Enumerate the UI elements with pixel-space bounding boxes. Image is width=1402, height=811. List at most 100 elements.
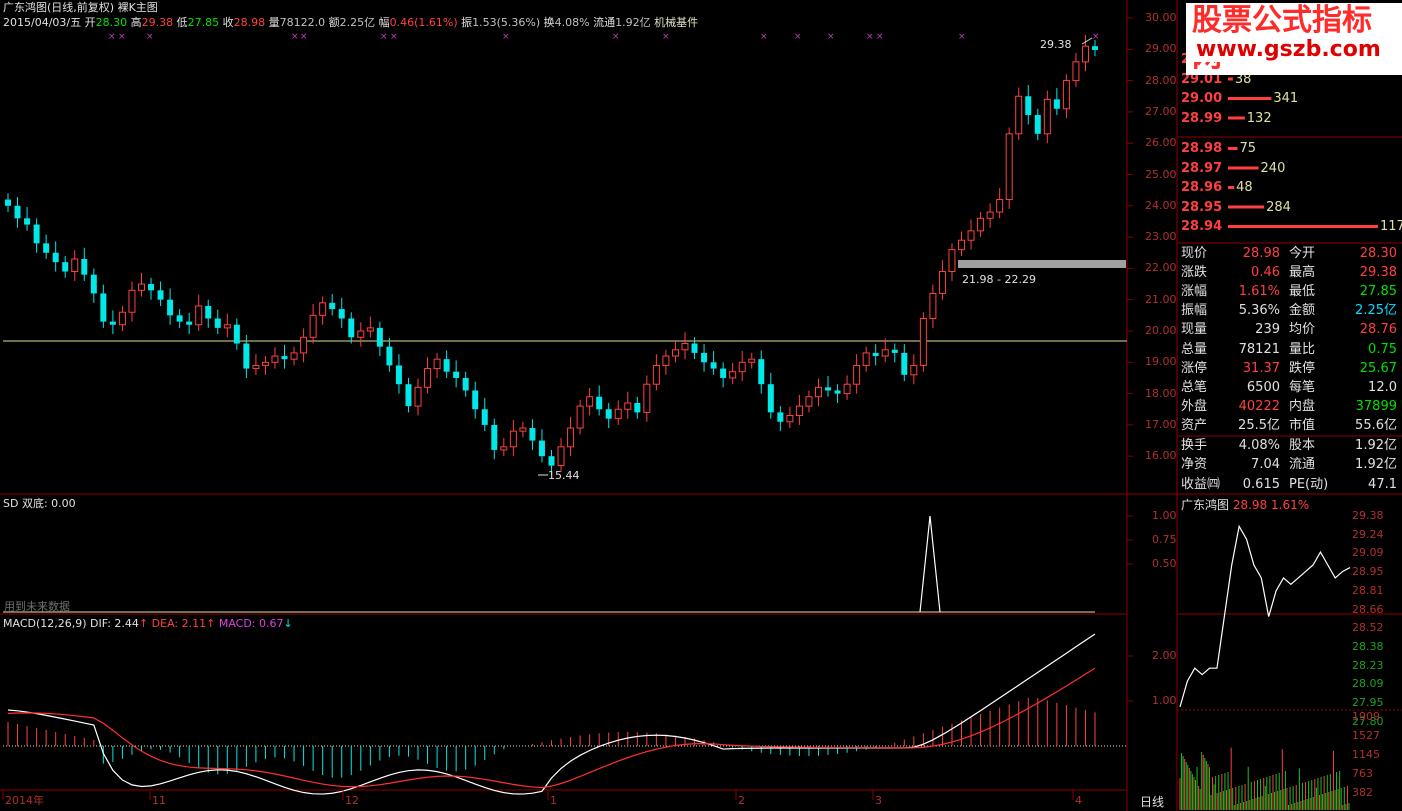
candle[interactable] [33,218,40,253]
candle[interactable] [901,344,908,382]
candle[interactable] [167,288,174,325]
candle[interactable] [462,371,469,397]
candle[interactable] [853,354,861,394]
order-book-row[interactable]: 28.96 48 [1181,178,1399,197]
candle[interactable] [309,304,317,344]
candle[interactable] [424,357,432,394]
candle[interactable] [596,385,603,416]
candle[interactable] [948,243,956,281]
candle[interactable] [701,344,708,372]
candle[interactable] [261,356,269,375]
candle[interactable] [662,349,670,375]
candle[interactable] [738,351,746,382]
candle[interactable] [5,193,11,213]
candle[interactable] [329,294,336,316]
candle[interactable] [395,354,402,394]
candle[interactable] [710,351,717,375]
candle[interactable] [472,381,479,419]
candle[interactable] [195,294,203,331]
candle[interactable] [881,338,889,363]
candle[interactable] [43,234,50,260]
candle[interactable] [786,406,794,429]
candle[interactable] [62,255,69,278]
candle[interactable] [777,406,784,432]
candle[interactable] [481,397,488,432]
candle[interactable] [14,197,21,228]
candle[interactable] [24,207,31,231]
candle[interactable] [281,344,288,369]
candle[interactable] [137,272,145,297]
candle[interactable] [929,284,937,328]
candle[interactable] [214,309,221,335]
candle[interactable] [271,347,279,369]
candle[interactable] [319,296,327,325]
order-book-row[interactable]: 28.98 75 [1181,139,1399,158]
candle[interactable] [252,354,260,375]
candle[interactable] [758,350,765,394]
candle[interactable] [681,332,689,360]
candle[interactable] [720,362,727,388]
candle[interactable] [118,305,126,331]
period-tab[interactable]: 日线 [1140,795,1164,809]
candle[interactable] [1034,108,1041,141]
candle[interactable] [748,352,756,369]
candle[interactable] [233,318,240,350]
candle[interactable] [223,313,231,338]
candle[interactable] [843,375,851,400]
candle[interactable] [109,310,116,335]
candle[interactable] [567,416,575,457]
candle[interactable] [519,421,527,438]
candle[interactable] [1005,127,1013,209]
candle[interactable] [338,297,345,328]
candle[interactable] [1062,74,1070,119]
candle[interactable] [872,344,879,366]
candle[interactable] [557,438,565,472]
candle[interactable] [157,281,164,306]
candle[interactable] [624,391,632,419]
candle[interactable] [90,268,97,303]
candle[interactable] [910,354,918,385]
candle[interactable] [529,419,536,450]
candle[interactable] [509,419,517,457]
candle[interactable] [919,312,927,372]
candle[interactable] [300,328,308,363]
candle[interactable] [1072,53,1080,87]
candle[interactable] [652,354,660,391]
candle[interactable] [729,362,737,385]
candle[interactable] [643,375,651,422]
candle[interactable] [128,281,136,322]
candle[interactable] [205,299,212,328]
candle[interactable] [671,341,679,363]
candle[interactable] [767,372,774,419]
candle[interactable] [586,387,594,416]
candle[interactable] [1053,88,1060,116]
candle[interactable] [1092,39,1098,57]
candle[interactable] [834,384,841,403]
candle[interactable] [148,277,155,300]
candle[interactable] [100,284,107,328]
candle[interactable] [348,312,355,344]
order-book-row[interactable]: 28.95 284 [1181,198,1399,217]
candle[interactable] [1025,84,1032,125]
candle[interactable] [1015,87,1023,141]
candle[interactable] [938,260,946,300]
candle[interactable] [605,402,612,429]
candle[interactable] [967,219,975,250]
candle[interactable] [825,376,832,397]
candle[interactable] [814,378,822,407]
candle[interactable] [52,241,59,272]
candle[interactable] [453,360,460,388]
order-book-row[interactable]: 28.99 132 [1181,109,1399,128]
order-book-row[interactable]: 29.00 341 [1181,89,1399,108]
candle[interactable] [376,321,383,357]
candle[interactable] [500,438,508,457]
candle[interactable] [491,418,498,460]
candle[interactable] [176,309,183,328]
candle[interactable] [795,394,803,425]
candle[interactable] [71,250,79,281]
candle[interactable] [357,322,365,347]
candle[interactable] [996,188,1004,219]
candle[interactable] [977,212,985,238]
candle[interactable] [862,346,870,372]
candle[interactable] [366,316,374,338]
